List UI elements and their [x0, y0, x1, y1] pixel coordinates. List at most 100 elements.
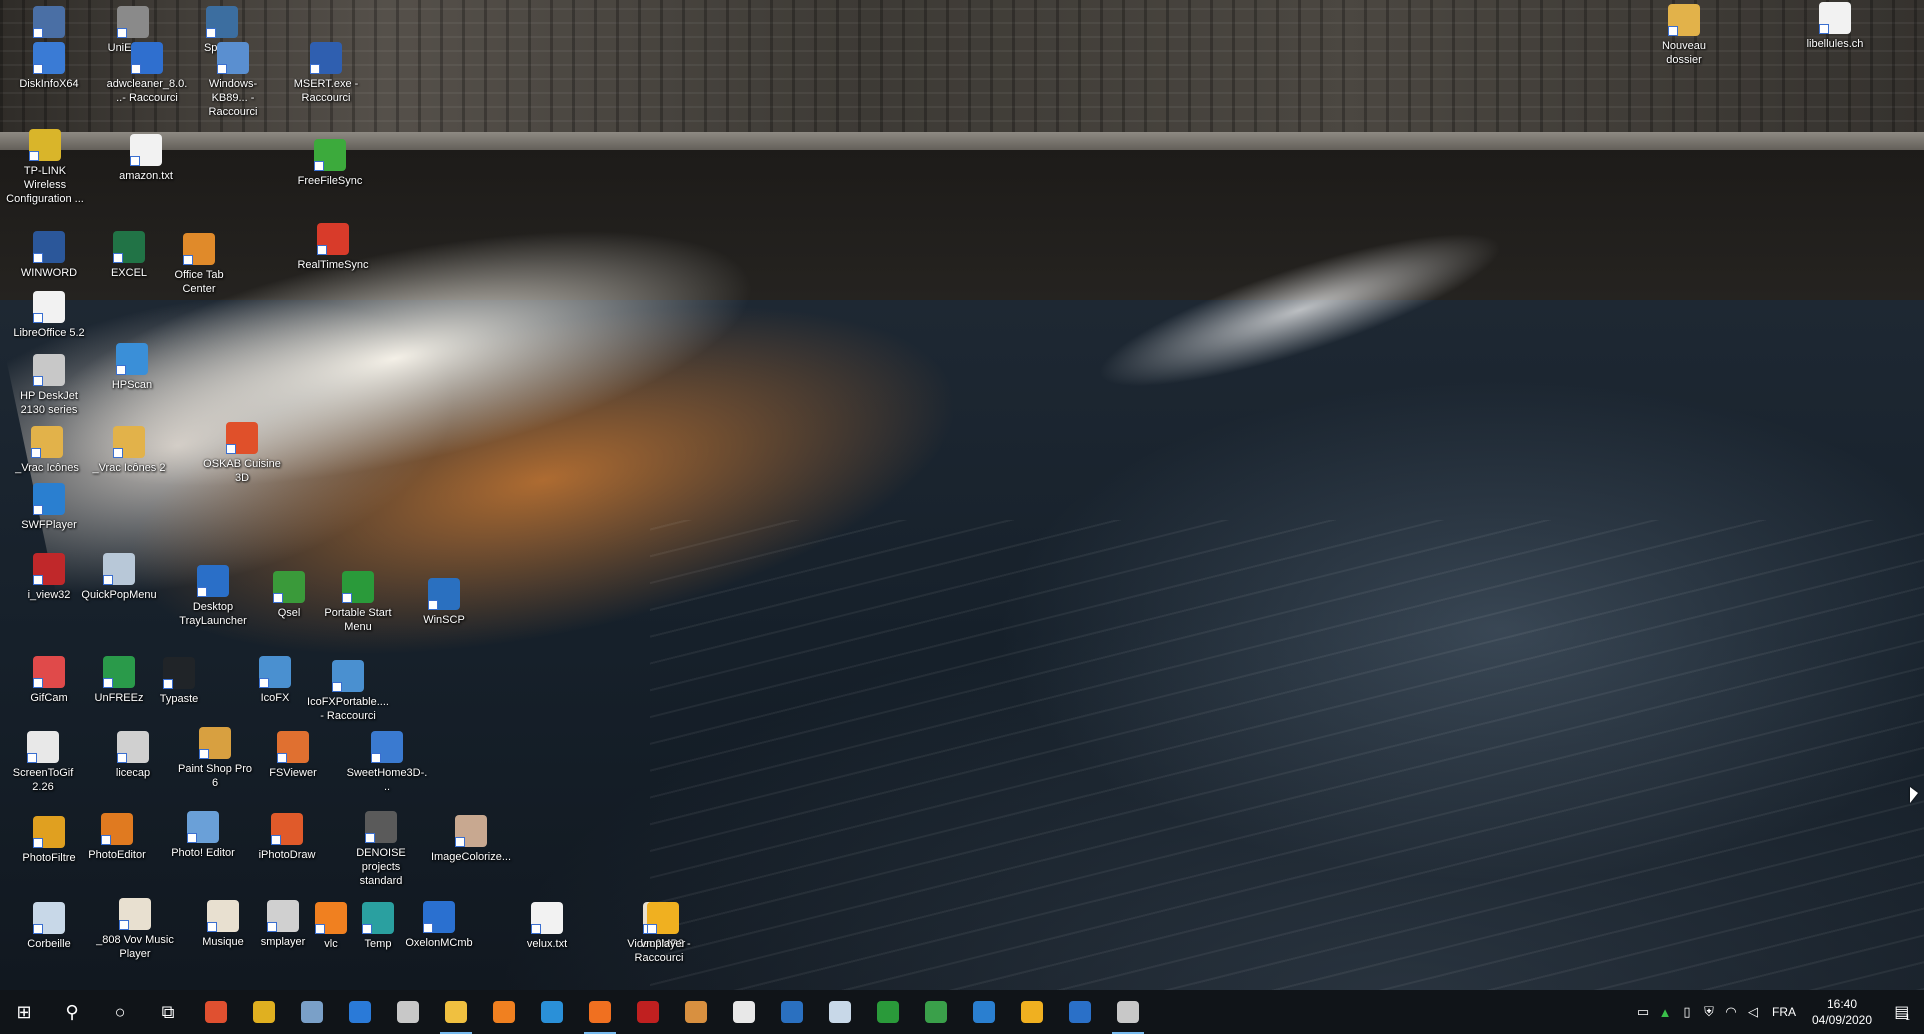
desktop-icon[interactable]: FreeFileSync: [289, 139, 371, 188]
desktop-icon[interactable]: HPScan: [91, 343, 173, 392]
taskbar-app-button[interactable]: [1008, 990, 1056, 1034]
desktop-icon-label: _Vrac Icônes 2: [92, 462, 166, 474]
vmplayer-icon: [1021, 1001, 1043, 1023]
taskbar-app-button[interactable]: [1056, 990, 1104, 1034]
desktop-icon[interactable]: IcoFXPortable.... - Raccourci: [307, 660, 389, 723]
msert-icon: [310, 42, 342, 74]
taskbar-app-button[interactable]: [336, 990, 384, 1034]
desktop-icon[interactable]: _Vrac Icônes 2: [88, 426, 170, 475]
taskbar-app-button[interactable]: [960, 990, 1008, 1034]
desktop-icon[interactable]: IcoFX: [234, 656, 316, 705]
desktop-icon-label: WINWORD: [20, 267, 78, 279]
taskbar-app-button[interactable]: [1104, 990, 1152, 1034]
desktop-icon-label: IcoFX: [260, 692, 290, 704]
desktop-icon[interactable]: _808 Vov Music Player: [94, 898, 176, 961]
search-button[interactable]: ⚲: [48, 990, 96, 1034]
desktop-icon[interactable]: HP DeskJet 2130 series: [8, 354, 90, 417]
desktop-icon[interactable]: _Vrac Icônes: [6, 426, 88, 475]
office-tab-icon: [183, 233, 215, 265]
denoise-icon: [365, 811, 397, 843]
taskbar-app-button[interactable]: [192, 990, 240, 1034]
desktop-icon[interactable]: MSERT.exe - Raccourci: [285, 42, 367, 105]
desktop-icon[interactable]: ImageColorize...: [430, 815, 512, 864]
desktop-icon[interactable]: FSViewer: [252, 731, 334, 780]
desktop-icon[interactable]: Portable Start Menu: [317, 571, 399, 634]
desktop-icon[interactable]: ScreenToGif 2.26: [2, 731, 84, 794]
taskbar-app-button[interactable]: [480, 990, 528, 1034]
update-tray-icon[interactable]: ▲: [1654, 990, 1676, 1034]
wifi-tray-icon[interactable]: ◠: [1720, 990, 1742, 1034]
word-icon: [33, 231, 65, 263]
desktop-icon[interactable]: QuickPopMenu: [78, 553, 160, 602]
desktop-icon[interactable]: OSKAB Cuisine 3D: [201, 422, 283, 485]
swfplayer-icon: [973, 1001, 995, 1023]
taskbar-app-button[interactable]: [672, 990, 720, 1034]
desktop-icon[interactable]: SweetHome3D-...: [346, 731, 428, 794]
taskbar-app-button[interactable]: [384, 990, 432, 1034]
taskbar-app-button[interactable]: [240, 990, 288, 1034]
desktop-icon[interactable]: Windows-KB89... - Raccourci: [192, 42, 274, 119]
taskbar-app-button[interactable]: [576, 990, 624, 1034]
network-icon: [301, 1001, 323, 1023]
desktop-icon[interactable]: Photo! Editor: [162, 811, 244, 860]
desktop-icon[interactable]: adwcleaner_8.0...- Raccourci: [106, 42, 188, 105]
usb-tray-icon[interactable]: ▯: [1676, 990, 1698, 1034]
desktop[interactable]: DrvBKUniExtractSpeccyDiskInfoX64adwclean…: [0, 0, 1924, 990]
taskbar-app-button[interactable]: [528, 990, 576, 1034]
desktop-icon[interactable]: SWFPlayer: [8, 483, 90, 532]
taskbar-app-button[interactable]: [768, 990, 816, 1034]
desktop-icon[interactable]: WinSCP: [403, 578, 485, 627]
desktop-icon-label: Office Tab Center: [174, 269, 224, 295]
windows-kb-icon: [217, 42, 249, 74]
desktop-icon[interactable]: DiskInfoX64: [8, 42, 90, 91]
desktop-icon-label: libellules.ch: [1806, 38, 1864, 50]
clock-time: 16:40: [1826, 997, 1858, 1011]
taskbar-app-button[interactable]: [624, 990, 672, 1034]
notification-count: 1: [1905, 1012, 1910, 1022]
taskbar-app-button[interactable]: [912, 990, 960, 1034]
paintshop-icon: [199, 727, 231, 759]
desktop-icon[interactable]: Desktop TrayLauncher: [172, 565, 254, 628]
desktop-icon[interactable]: OxelonMCmb: [398, 901, 480, 950]
desktop-icon[interactable]: Paint Shop Pro 6: [174, 727, 256, 790]
task-view-button[interactable]: ⧉: [144, 990, 192, 1034]
cortana-button[interactable]: ○: [96, 990, 144, 1034]
desktop-icon[interactable]: Corbeille: [8, 902, 90, 951]
typaste-icon: [163, 657, 195, 689]
desktop-icon[interactable]: velux.txt: [506, 902, 588, 951]
taskbar-app-button[interactable]: [816, 990, 864, 1034]
taskbar-app-button[interactable]: [288, 990, 336, 1034]
desktop-icon[interactable]: libellules.ch: [1794, 2, 1876, 51]
desktop-icon[interactable]: Typaste: [138, 657, 220, 706]
taskbar-app-button[interactable]: [720, 990, 768, 1034]
desktop-icon[interactable]: DENOISE projects standard: [340, 811, 422, 888]
desktop-icon[interactable]: Office Tab Center: [158, 233, 240, 296]
desktop-icon[interactable]: vmplayer: [622, 902, 704, 951]
printer-icon: [33, 354, 65, 386]
security-tray-icon[interactable]: ⛨: [1698, 990, 1720, 1034]
desktop-icon-label: vmplayer: [640, 938, 686, 950]
desktop-icon[interactable]: WINWORD: [8, 231, 90, 280]
desktop-icon[interactable]: iPhotoDraw: [246, 813, 328, 862]
desktop-icon-label: MSERT.exe - Raccourci: [293, 78, 359, 104]
desktop-icon-label: OSKAB Cuisine 3D: [203, 458, 281, 484]
taskbar-app-button[interactable]: [864, 990, 912, 1034]
iphotodraw-icon: [271, 813, 303, 845]
language-indicator[interactable]: FRA: [1764, 1005, 1804, 1019]
taskbar-app-button[interactable]: [432, 990, 480, 1034]
start-button[interactable]: ⊞: [0, 990, 48, 1034]
desktop-icon[interactable]: amazon.txt: [105, 134, 187, 183]
desktop-icon[interactable]: RealTimeSync: [292, 223, 374, 272]
desktop-icon-label: iPhotoDraw: [258, 849, 316, 861]
desktop-icon[interactable]: licecap: [92, 731, 174, 780]
text-file-icon: [130, 134, 162, 166]
desktop-icon[interactable]: Nouveau dossier: [1643, 4, 1725, 67]
clock[interactable]: 16:40 04/09/2020: [1804, 996, 1880, 1028]
desktop-icon[interactable]: TP-LINK Wireless Configuration ...: [4, 129, 86, 206]
volume-tray-icon[interactable]: ◁: [1742, 990, 1764, 1034]
action-center-button[interactable]: ▤ 1: [1880, 990, 1924, 1034]
desktop-icon-label: Nouveau dossier: [1661, 40, 1707, 66]
display-tray-icon[interactable]: ▭: [1632, 990, 1654, 1034]
desktop-icon[interactable]: LibreOffice 5.2: [8, 291, 90, 340]
desktop-icon[interactable]: PhotoEditor: [76, 813, 158, 862]
